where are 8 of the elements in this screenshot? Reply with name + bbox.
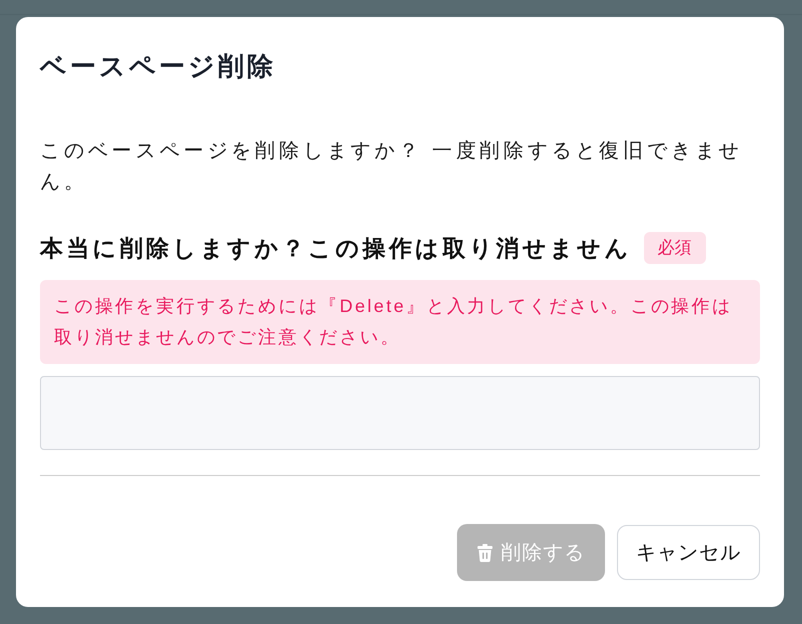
input-field[interactable] — [40, 376, 760, 450]
warning-message: この操作を実行するためには『Delete』と入力してください。この操作は取り消せませんのでご注意ください。 — [40, 280, 760, 364]
dialog-message: このベースページを削除しますか？ 一度削除すると復旧できません。 — [40, 139, 744, 195]
cancel-button[interactable]: キャンセル — [617, 525, 760, 580]
dialog-title: ベースページ削除 — [40, 50, 276, 83]
trash-icon — [477, 544, 493, 562]
confirm-label: 本当に削除しますか？この操作は取り消せません — [40, 234, 632, 263]
required-badge: 必須 — [644, 232, 706, 264]
